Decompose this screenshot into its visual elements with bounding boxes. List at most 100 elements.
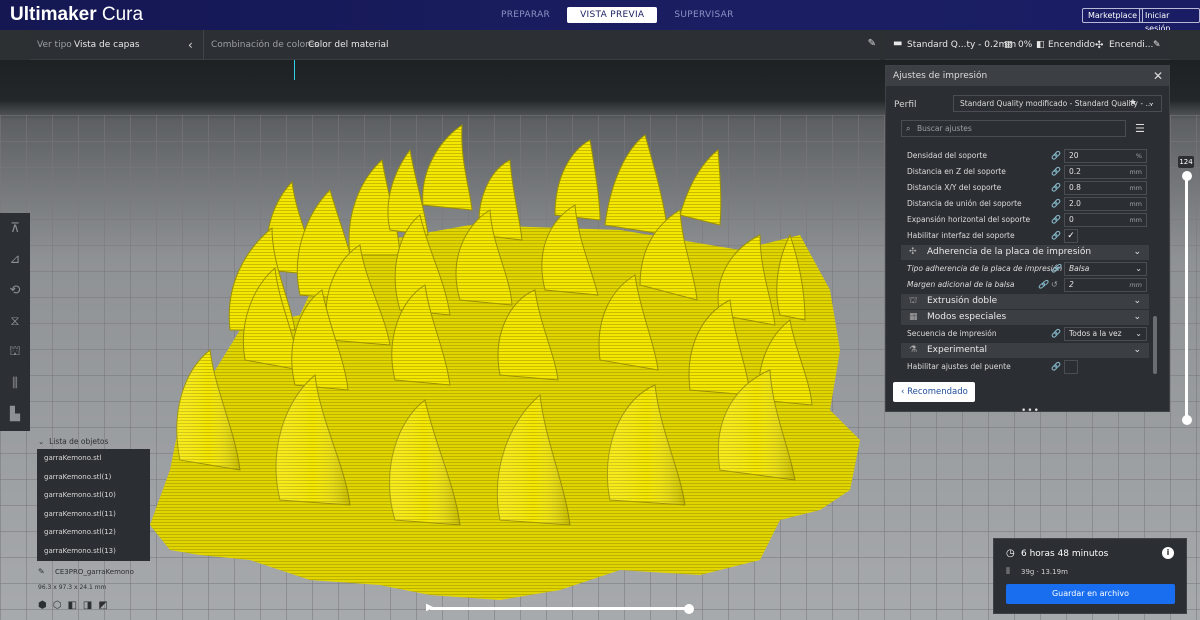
per-model-settings-icon[interactable]: ⛫	[0, 337, 30, 368]
tab-preview[interactable]: VISTA PREVIA	[567, 7, 658, 23]
pencil-icon[interactable]: ✎	[38, 567, 45, 576]
list-item[interactable]: garraKemono.stl(11)	[37, 505, 150, 524]
list-item[interactable]: garraKemono.stl(12)	[37, 523, 150, 542]
recommended-button[interactable]: ‹ Recomendado	[893, 382, 975, 402]
bridge-settings-checkbox[interactable]	[1064, 360, 1078, 374]
move-tool-icon[interactable]: ⊼	[0, 213, 30, 244]
link-icon: 🔗	[1051, 264, 1061, 273]
job-dimensions: 96.3 x 97.3 x 24.1 mm	[38, 584, 107, 591]
support-join-distance-input[interactable]: 2.0 mm	[1064, 197, 1147, 211]
category-build-plate-adhesion[interactable]: ✣ Adherencia de la placa de impresión ⌄	[901, 245, 1149, 260]
path-slider-track[interactable]	[430, 607, 690, 610]
category-experimental[interactable]: ⚗ Experimental ⌄	[901, 343, 1149, 358]
rotate-tool-icon[interactable]: ⟲	[0, 275, 30, 306]
save-to-file-button[interactable]: Guardar en archivo	[1006, 584, 1175, 604]
layer-icon[interactable]: ▙	[0, 399, 30, 430]
category-dual-extrusion[interactable]: ⛫ Extrusión doble ⌄	[901, 294, 1149, 309]
reset-icon[interactable]: ↺	[1051, 277, 1058, 293]
chevron-left-icon: ‹	[901, 387, 905, 397]
print-setup-selector[interactable]: ▬ Standard Q...ty - 0.2mm ▨ 0% ◧ Encendi…	[885, 30, 1170, 60]
resize-handle-icon[interactable]: •••	[1021, 406, 1040, 416]
setting-raft-margin: Margen adicional de la balsa 🔗 ↺ 2 mm	[901, 277, 1149, 293]
app-header: Ultimaker Cura PREPARAR VISTA PREVIA SUP…	[0, 0, 1200, 33]
link-icon: 🔗	[1038, 280, 1048, 289]
material-icon: ⦀	[1006, 567, 1010, 577]
login-button[interactable]: Iniciar sesión	[1139, 8, 1200, 33]
chevron-down-icon: ⌄	[1133, 247, 1141, 257]
profile-select[interactable]: Standard Quality modificado - Standard Q…	[953, 95, 1162, 112]
link-icon: 🔗	[1051, 199, 1061, 208]
support-blocker-icon[interactable]: ⫼	[0, 368, 30, 399]
support-xy-distance-input[interactable]: 0.8 mm	[1064, 181, 1147, 195]
color-scheme-select[interactable]: Color del material	[308, 40, 389, 50]
color-scheme-label: Combinación de colores	[211, 40, 319, 50]
object-list-title[interactable]: ⌄ Lista de objetos	[38, 437, 108, 446]
settings-list: Densidad del soporte 🔗 20% Distancia en …	[901, 148, 1149, 375]
scale-tool-icon[interactable]: ⊿	[0, 244, 30, 275]
panel-title: Ajustes de impresión	[893, 71, 988, 81]
view-type-label: Ver tipo	[37, 40, 72, 50]
app-logo: Ultimaker Cura	[10, 4, 144, 25]
layer-slider-upper-handle[interactable]	[1182, 171, 1192, 181]
setting-support-interface-enable: Habilitar interfaz del soporte 🔗 ✓	[901, 228, 1149, 244]
settings-scrollbar[interactable]	[1153, 316, 1157, 374]
pencil-icon[interactable]: ✎	[868, 38, 876, 49]
search-settings-input[interactable]: ⌕ Buscar ajustes	[901, 120, 1126, 137]
marketplace-button[interactable]: Marketplace	[1082, 8, 1144, 23]
play-icon[interactable]: ▶	[426, 602, 434, 613]
link-icon: 🔗	[1051, 329, 1061, 338]
view-orientation-icons[interactable]: ⬢⬡◧◨◩	[38, 600, 114, 611]
profile-summary: Standard Q...ty - 0.2mm	[907, 40, 1017, 50]
chevron-down-icon: ⌄	[1135, 329, 1142, 338]
support-interface-checkbox[interactable]: ✓	[1064, 229, 1078, 243]
tab-monitor[interactable]: SUPERVISAR	[661, 7, 746, 23]
star-icon[interactable]: ★	[1129, 96, 1137, 111]
list-item[interactable]: garraKemono.stl(13)	[37, 542, 150, 561]
divider	[203, 30, 204, 60]
support-summary: Encendido	[1048, 40, 1096, 50]
dual-extrusion-icon: ⛫	[909, 296, 918, 306]
mirror-tool-icon[interactable]: ⧖	[0, 306, 30, 337]
layer-slider-lower-handle[interactable]	[1182, 415, 1192, 425]
category-special-modes[interactable]: ▦ Modos especiales ⌄	[901, 310, 1149, 325]
support-z-distance-input[interactable]: 0.2 mm	[1064, 165, 1147, 179]
support-horizontal-expansion-input[interactable]: 0 mm	[1064, 213, 1147, 227]
stage-tabs: PREPARAR VISTA PREVIA SUPERVISAR	[488, 7, 747, 23]
list-item[interactable]: garraKemono.stl(1)	[37, 468, 150, 487]
support-density-input[interactable]: 20%	[1064, 149, 1147, 163]
print-time: 6 horas 48 minutos	[1021, 549, 1109, 559]
link-icon: 🔗	[1051, 183, 1061, 192]
layer-slider-track[interactable]	[1185, 176, 1188, 420]
pencil-icon[interactable]: ✎	[1153, 40, 1161, 50]
search-icon: ⌕	[906, 124, 911, 133]
setting-print-sequence: Secuencia de impresión 🔗 Todos a la vez ⌄	[901, 326, 1149, 342]
profile-label: Perfil	[894, 100, 917, 110]
path-slider-handle[interactable]	[684, 604, 694, 614]
adhesion-icon: ✣	[1095, 40, 1104, 51]
view-type-select[interactable]: Vista de capas	[74, 40, 140, 50]
link-icon: 🔗	[1051, 362, 1061, 371]
chevron-left-icon[interactable]: ‹	[188, 38, 193, 52]
job-name[interactable]: CE3PRO_garraKemono	[55, 568, 134, 576]
print-sequence-select[interactable]: Todos a la vez ⌄	[1064, 327, 1147, 341]
tab-prepare[interactable]: PREPARAR	[488, 7, 563, 23]
adhesion-type-select[interactable]: Balsa ⌄	[1064, 262, 1147, 276]
infill-icon: ▨	[1004, 40, 1013, 50]
close-icon[interactable]: ✕	[1153, 66, 1163, 86]
list-item[interactable]: garraKemono.stl	[37, 449, 150, 468]
infill-summary: 0%	[1018, 40, 1033, 50]
axis-marker	[294, 60, 295, 80]
setting-support-horizontal-expansion: Expansión horizontal del soporte 🔗 0 mm	[901, 212, 1149, 228]
link-icon: 🔗	[1051, 151, 1061, 160]
chevron-down-icon: ⌄	[1135, 264, 1142, 273]
link-icon: 🔗	[1051, 231, 1061, 240]
chevron-down-icon: ⌄	[1133, 296, 1141, 306]
info-icon[interactable]: i	[1162, 547, 1174, 559]
raft-margin-input[interactable]: 2 mm	[1064, 278, 1147, 292]
current-layer-label[interactable]: 124	[1178, 156, 1194, 168]
settings-visibility-menu-icon[interactable]: ☰	[1135, 122, 1145, 135]
material-usage: 39g · 13.19m	[1021, 568, 1068, 576]
list-item[interactable]: garraKemono.stl(10)	[37, 486, 150, 505]
chevron-down-icon: ⌄	[1133, 312, 1141, 322]
left-toolbar: ⊼ ⊿ ⟲ ⧖ ⛫ ⫼ ▙	[0, 213, 30, 431]
